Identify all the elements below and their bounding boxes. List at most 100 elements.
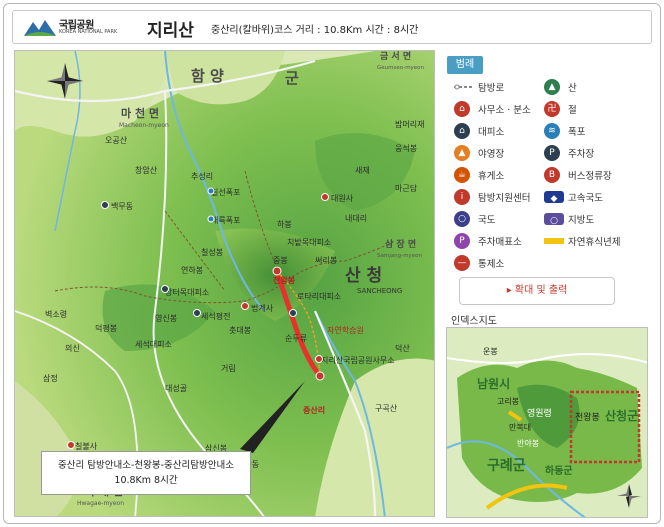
callout-distance: 10.8Km 8시간 <box>114 475 178 486</box>
label-habong: 하봉 <box>277 219 292 229</box>
knp-logo: 국립공원 KOREA NATIONAL PARK <box>23 15 135 41</box>
label-byeoksoryeong: 벽소령 <box>45 309 67 319</box>
label-samjang: 삼 장 면 <box>385 238 416 250</box>
legend-item-label: 절 <box>568 105 577 116</box>
label-changamsan: 창암산 <box>135 165 158 175</box>
legend-item: B 버스정류장 <box>544 164 630 184</box>
inset-label-namwon: 남원시 <box>477 376 510 391</box>
legend-tab[interactable]: 범례 <box>447 56 483 74</box>
legend-item-label: 주차매표소 <box>478 237 522 248</box>
label-deoksan: 덕산 <box>395 343 410 353</box>
knp-logo-mark-icon <box>24 20 56 36</box>
inset-label-hadong: 하동군 <box>545 464 573 477</box>
header-bar: 국립공원 KOREA NATIONAL PARK 지리산 중산리(칼바위)코스 … <box>12 10 652 44</box>
legend-item: ▲ 산 <box>544 76 630 96</box>
campsite-icon: ▲ <box>454 145 470 161</box>
legend-item-label: 통제소 <box>478 259 505 270</box>
label-samjang-en: Samjang-myeon <box>377 253 422 259</box>
mountain-icon: ▲ <box>544 79 560 95</box>
inset-title: 인덱스지도 <box>451 316 497 327</box>
label-rotary-shelter: 로타리대피소 <box>297 292 341 301</box>
label-cheonwangbong: 천왕봉 <box>273 275 296 285</box>
legend-item-label: 산 <box>568 83 577 94</box>
course-callout: 중산리 탐방안내소-천왕봉-중산리탐방안내소 10.8Km 8시간 <box>41 451 251 495</box>
legend-item-label: 대피소 <box>478 127 505 138</box>
inset-label-manbokdae: 만복대 <box>509 423 531 432</box>
logo-subtext: KOREA NATIONAL PARK <box>59 29 118 35</box>
bus-stop-icon: B <box>544 167 560 183</box>
label-macheon: 마 천 면 <box>121 106 159 120</box>
label-samjeong: 삼정 <box>43 373 58 383</box>
shelter-icon: ⌂ <box>454 123 470 139</box>
legend-item-label: 주차장 <box>568 149 595 160</box>
label-saejae: 새재 <box>355 166 370 175</box>
legend-item-label: 탐방지원센터 <box>478 193 531 204</box>
label-daewonsa: 대원사 <box>331 194 354 203</box>
page-frame: 국립공원 KOREA NATIONAL PARK 지리산 중산리(칼바위)코스 … <box>3 3 661 524</box>
legend-item: ≋ 폭포 <box>544 120 630 140</box>
rest-area-icon: ☕ <box>454 167 470 183</box>
parking-icon <box>101 201 109 209</box>
course-info: 중산리(칼바위)코스 거리 : 10.8Km 시간 : 8시간 <box>211 25 419 36</box>
label-uisin: 의신 <box>65 343 80 353</box>
label-sancheong: 산 청 <box>345 265 382 286</box>
mountain-icon <box>272 266 282 276</box>
legend-item: P 주차매표소 <box>454 230 540 250</box>
inset-label-yeongwonryeong: 영원령 <box>527 407 552 419</box>
expressway-icon: ◆ <box>544 191 564 204</box>
label-chilseon-falls: 칠선폭포 <box>211 188 240 197</box>
label-daeryuk-falls: 대륙폭포 <box>211 216 240 225</box>
trail-line-icon <box>454 79 472 95</box>
legend-item: ▲ 야영장 <box>454 142 540 162</box>
legend-item-label: 휴게소 <box>478 171 505 182</box>
label-hwagae-en: Hwagae-myeon <box>77 500 124 507</box>
temple-icon <box>321 193 329 201</box>
temple-icon <box>67 441 75 449</box>
label-gugoksan: 구곡산 <box>375 403 398 413</box>
label-jungsanri: 중산리 <box>303 405 325 415</box>
label-bammeorijae: 밤머리재 <box>395 119 424 129</box>
shelter-icon <box>289 309 297 317</box>
zoom-print-button[interactable]: ▸ 확대 및 출력 <box>459 277 615 305</box>
legend-item: 자연휴식년제 <box>544 230 630 250</box>
shelter-icon <box>161 285 169 293</box>
visitor-center-icon: i <box>454 189 470 205</box>
label-geumseo: 금 서 면 <box>380 51 411 62</box>
trail-map-canvas: 함 양 군 마 천 면 Macheon-myeon 산 청 SANCHEONG … <box>15 51 434 516</box>
callout-route: 중산리 탐방안내소-천왕봉-중산리탐방안내소 <box>58 460 234 471</box>
label-sundouryu: 순두류 <box>285 334 307 343</box>
label-nature-school: 자연학습원 <box>327 325 364 335</box>
label-deokpyeongbong: 덕평봉 <box>95 323 117 333</box>
label-jungbong: 중봉 <box>273 256 288 265</box>
label-magundam: 마근담 <box>395 183 418 193</box>
legend-item: ⌂ 사무소 · 분소 <box>454 98 540 118</box>
legend-item-label: 고속국도 <box>568 193 603 204</box>
label-yeonhabong: 연하봉 <box>181 265 203 275</box>
label-macheon-en: Macheon-myeon <box>119 122 169 129</box>
label-seseok: 세석평전 <box>201 311 230 321</box>
legend-item-label: 국도 <box>478 215 496 226</box>
waterfall-icon <box>207 215 215 223</box>
inset-label-banyabong: 반야봉 <box>517 438 539 448</box>
index-map[interactable]: 운봉 남원시 고리봉 영원령 만복대 천왕봉 산청군 반야봉 구례군 하동군 <box>446 327 648 518</box>
inset-label-sancheong: 산청군 <box>605 408 638 423</box>
label-daeseonggol: 대성골 <box>165 384 187 393</box>
legend-item-label: 사무소 · 분소 <box>478 105 531 116</box>
parking-ticket-icon: P <box>454 233 470 249</box>
nature-rest-icon <box>544 238 564 244</box>
page-title: 지리산 <box>147 21 194 41</box>
inset-label-unbong: 운봉 <box>483 347 498 356</box>
legend-item: 탐방로 <box>454 76 540 96</box>
inset-label-cheonwangbong: 천왕봉 <box>575 412 600 423</box>
label-chibatmok-shelter: 치밭목대피소 <box>287 238 331 247</box>
label-knp-office: 지리산국립공원사무소 <box>321 355 395 365</box>
legend-item-label: 탐방로 <box>478 83 505 94</box>
legend-item: 卍절 <box>544 98 630 118</box>
label-geumseo-en: Geumseo-myeon <box>377 65 425 71</box>
legend-item: ⌂ 대피소 <box>454 120 540 140</box>
label-sseoribong: 써리봉 <box>315 256 337 265</box>
trail-map[interactable]: 함 양 군 마 천 면 Macheon-myeon 산 청 SANCHEONG … <box>14 50 435 517</box>
legend-item-label: 자연휴식년제 <box>568 237 621 248</box>
label-yeongsinbong: 영신봉 <box>155 313 177 323</box>
inset-label-goribong: 고리봉 <box>497 397 519 406</box>
